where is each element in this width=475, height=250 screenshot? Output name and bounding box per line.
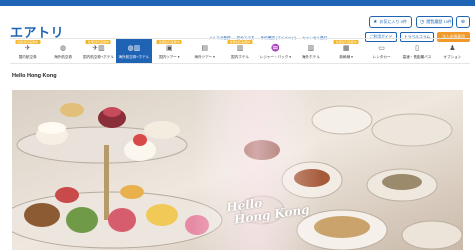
building-icon: ▥ xyxy=(236,45,244,52)
globe-icon: ◍ xyxy=(60,45,67,52)
page-title: Hello Hong Kong xyxy=(12,73,57,79)
site-header: エアトリ ★ お気に入り 0件 ◷ 閲覧履歴 10件 ⊕ メルマガ登録 初めての… xyxy=(0,6,475,42)
clock-icon: ◷ xyxy=(420,19,425,25)
train-icon: ▦ xyxy=(342,45,350,52)
nav-rental-car[interactable]: ▭ レンタカー xyxy=(364,39,399,63)
nav-badge: 往復割引実施中 xyxy=(15,40,41,44)
bus-icon: ▯ xyxy=(415,45,419,52)
nav-badge: 往復割引実施中 xyxy=(227,40,253,44)
globe-hotel-icon: ◍▥ xyxy=(127,45,141,52)
nav-shinkansen[interactable]: 往復割引実施中 ▦ 新幹線 ▾ xyxy=(329,39,364,63)
language-button[interactable]: ⊕ xyxy=(456,16,470,28)
history-button[interactable]: ◷ 閲覧履歴 10件 xyxy=(416,16,453,28)
nav-leisure[interactable]: ♒ レジャー・バック ▾ xyxy=(258,39,293,63)
car-icon: ▭ xyxy=(378,45,385,52)
person-icon: ♟ xyxy=(449,45,456,52)
favorites-button[interactable]: ★ お気に入り 0件 xyxy=(369,16,412,28)
nav-domestic-flight-hotel[interactable]: 往復割引実施中 ✈▥ 国内航空券+ホテル xyxy=(81,39,116,63)
nav-option[interactable]: ♟ オプション xyxy=(435,39,470,63)
nav-badge: 往復割引実施中 xyxy=(333,40,359,44)
nav-badge: 往復割引実施中 xyxy=(85,40,111,44)
nav-domestic-tour[interactable]: 往復割引実施中 ▣ 国内ツアー ▾ xyxy=(152,39,187,63)
nav-international-flights[interactable]: ◍ 海外航空券 xyxy=(45,39,80,63)
suitcase-icon: ▣ xyxy=(165,45,173,52)
bag-icon: ▤ xyxy=(201,45,208,52)
nav-bus[interactable]: ▯ 高速・長距離バス xyxy=(399,39,434,63)
globe-icon: ⊕ xyxy=(460,19,466,25)
nav-international-hotel[interactable]: ▥ 海外ホテル xyxy=(293,39,328,63)
star-icon: ★ xyxy=(373,19,378,25)
nav-badge: 往復割引実施中 xyxy=(156,40,182,44)
nav-international-flight-hotel[interactable]: ◍▥ 海外航空券+ホテル xyxy=(116,39,152,63)
plane-hotel-icon: ✈▥ xyxy=(92,45,105,52)
plane-icon: ✈ xyxy=(24,45,31,52)
nav-international-tour[interactable]: ▤ 海外ツアー ▾ xyxy=(187,39,222,63)
leisure-icon: ♒ xyxy=(271,45,280,52)
service-nav: 往復割引実施中 ✈ 国内航空券 ◍ 海外航空券 往復割引実施中 ✈▥ 国内航空券… xyxy=(10,38,470,64)
hotel-icon: ▥ xyxy=(307,45,315,52)
nav-domestic-hotel[interactable]: 往復割引実施中 ▥ 国内ホテル xyxy=(222,39,257,63)
nav-domestic-flights[interactable]: 往復割引実施中 ✈ 国内航空券 xyxy=(10,39,45,63)
